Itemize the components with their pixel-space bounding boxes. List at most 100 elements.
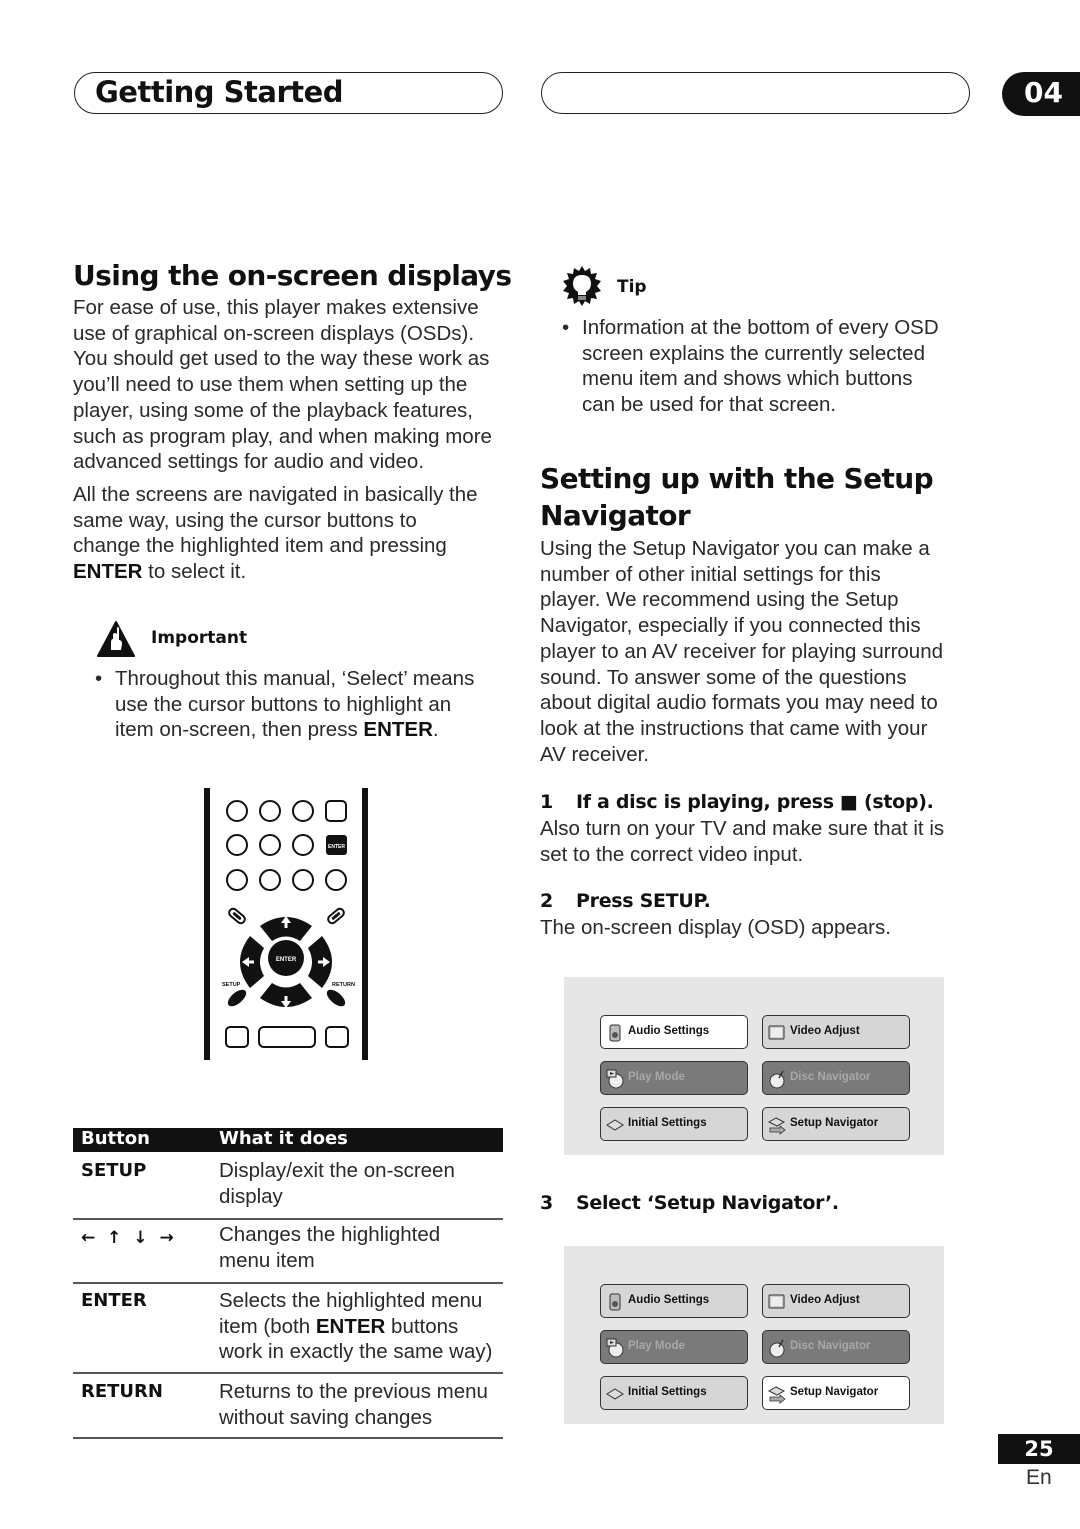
- player-icon: [605, 1115, 625, 1135]
- disc-navigator-icon: [767, 1069, 787, 1089]
- intro-line: look at the instructions that came with …: [540, 716, 928, 740]
- step-2-body: The on-screen display (OSD) appears.: [540, 915, 891, 941]
- intro-line: about digital audio formats you may need…: [540, 691, 938, 715]
- value-line: item (both: [219, 1314, 316, 1338]
- osd-button-label: Play Mode: [628, 1071, 685, 1083]
- para2-enter: ENTER: [73, 560, 143, 584]
- tip-line: Information at the bottom of every OSD: [582, 316, 939, 339]
- step-title: Press SETUP.: [576, 890, 711, 912]
- important-label: Important: [151, 628, 248, 648]
- important-line3-pre: item on-screen, then press: [115, 718, 364, 742]
- value-line: Returns to the previous menu: [219, 1380, 488, 1403]
- osd-button-label: Play Mode: [628, 1340, 685, 1352]
- para2-tail: to select it.: [142, 560, 247, 584]
- tip-line: menu item and shows which buttons: [582, 367, 913, 391]
- heading-setup-navigator: Setting up with the Setup Navigator: [540, 460, 934, 534]
- osd-button-setup-navigator[interactable]: Setup Navigator: [762, 1376, 910, 1410]
- setup-navigator-icon: [767, 1384, 787, 1404]
- value-line: buttons: [385, 1314, 459, 1338]
- heading-line: Navigator: [540, 499, 691, 532]
- lightbulb-icon: [563, 266, 601, 306]
- para2-line2: same way, using the cursor buttons to: [73, 508, 417, 532]
- intro-line: Using the Setup Navigator you can make a: [540, 537, 930, 560]
- chapter-tab: 04: [1002, 72, 1080, 116]
- step-body-line: The on-screen display (OSD) appears.: [540, 916, 891, 939]
- remote-button: [258, 1026, 316, 1048]
- value-line: Changes the highlighted: [219, 1223, 441, 1246]
- osd-button-play-mode[interactable]: Play Mode: [600, 1330, 748, 1364]
- osd-button-audio-settings[interactable]: Audio Settings: [600, 1015, 748, 1049]
- important-line1: Throughout this manual, ‘Select’ means: [115, 667, 475, 690]
- intro-line: player to an AV receiver for playing sur…: [540, 639, 944, 663]
- arrow-keys-icon: ← ↑ ↓ →: [81, 1228, 177, 1248]
- table-key-return: RETURN: [81, 1381, 163, 1402]
- bullet-dot: •: [95, 667, 103, 690]
- osd-button-disc-navigator[interactable]: Disc Navigator: [762, 1330, 910, 1364]
- table-header-what: What it does: [219, 1128, 348, 1149]
- remote-button: [226, 834, 248, 856]
- table-key-enter: ENTER: [81, 1290, 147, 1311]
- remote-return-button: [326, 989, 346, 1007]
- speaker-icon: [605, 1292, 625, 1312]
- monitor-icon: [767, 1292, 787, 1312]
- osd-button-setup-navigator[interactable]: Setup Navigator: [762, 1107, 910, 1141]
- monitor-icon: [767, 1023, 787, 1043]
- remote-button: [292, 800, 314, 822]
- remote-button: [259, 834, 281, 856]
- osd-button-video-adjust[interactable]: Video Adjust: [762, 1284, 910, 1318]
- remote-setup-label: SETUP: [222, 982, 241, 988]
- remote-button: [325, 869, 347, 891]
- step-title-post: (stop).: [857, 791, 934, 813]
- table-row: RETURN Returns to the previous menu with…: [73, 1372, 503, 1439]
- step-number: 3: [540, 1192, 553, 1214]
- header-blank-pill: [541, 72, 970, 114]
- table-value: Returns to the previous menu without sav…: [219, 1379, 509, 1430]
- osd-button-label: Disc Navigator: [790, 1071, 871, 1083]
- setup-navigator-icon: [767, 1115, 787, 1135]
- osd-button-label: Video Adjust: [790, 1294, 860, 1306]
- osd-button-initial-settings[interactable]: Initial Settings: [600, 1376, 748, 1410]
- osd-button-label: Video Adjust: [790, 1025, 860, 1037]
- tip-line: screen explains the currently selected: [582, 341, 925, 365]
- stop-icon: ■: [840, 791, 858, 813]
- osd-button-initial-settings[interactable]: Initial Settings: [600, 1107, 748, 1141]
- tip-bullet-text: Information at the bottom of every OSD s…: [582, 315, 939, 418]
- heading-osd: Using the on-screen displays: [73, 259, 512, 292]
- osd-screen-2: Audio Settings Video Adjust Play Mode Di…: [564, 1246, 944, 1424]
- section-header: Getting Started: [74, 72, 503, 114]
- remote-button: [292, 834, 314, 856]
- step-title: If a disc is playing, press ■ (stop).: [576, 791, 934, 813]
- osd-button-label: Disc Navigator: [790, 1340, 871, 1352]
- osd-button-video-adjust[interactable]: Video Adjust: [762, 1015, 910, 1049]
- remote-button: [225, 1026, 249, 1048]
- para2-line3: change the highlighted item and pressing: [73, 534, 447, 558]
- remote-right-edge: [362, 788, 368, 1060]
- heading-line: Setting up with the Setup: [540, 462, 934, 495]
- intro-line: number of other initial settings for thi…: [540, 562, 881, 586]
- intro-line: Navigator, especially if you connected t…: [540, 614, 921, 638]
- osd-button-label: Initial Settings: [628, 1117, 707, 1129]
- value-line: work in exactly the same way): [219, 1340, 493, 1364]
- disc-navigator-icon: [767, 1338, 787, 1358]
- osd-intro-paragraph: For ease of use, this player makes exten…: [73, 296, 492, 474]
- osd-button-label: Initial Settings: [628, 1386, 707, 1398]
- osd-navigation-paragraph: All the screens are navigated in basical…: [73, 482, 505, 585]
- value-line: without saving changes: [219, 1405, 433, 1429]
- remote-control-illustration: ENTER ENTER SETUP RETURN: [204, 788, 368, 1060]
- step-title: Select ‘Setup Navigator’.: [576, 1192, 839, 1214]
- osd-button-disc-navigator[interactable]: Disc Navigator: [762, 1061, 910, 1095]
- table-row: SETUP Display/exit the on-screen display: [73, 1152, 503, 1220]
- table-row: ← ↑ ↓ → Changes the highlighted menu ite…: [73, 1218, 503, 1284]
- osd-button-label: Setup Navigator: [790, 1386, 879, 1398]
- value-line: menu item: [219, 1248, 315, 1272]
- table-header: Button What it does: [73, 1128, 503, 1152]
- section-title: Getting Started: [95, 75, 344, 109]
- osd-button-play-mode[interactable]: Play Mode: [600, 1061, 748, 1095]
- disc-play-icon: [605, 1069, 625, 1089]
- value-line: Selects the highlighted menu: [219, 1289, 483, 1312]
- osd-button-audio-settings[interactable]: Audio Settings: [600, 1284, 748, 1318]
- chapter-number: 04: [1024, 76, 1063, 109]
- intro-line: AV receiver.: [540, 742, 649, 766]
- tip-label: Tip: [617, 277, 647, 297]
- remote-enter-small-label: ENTER: [328, 844, 345, 850]
